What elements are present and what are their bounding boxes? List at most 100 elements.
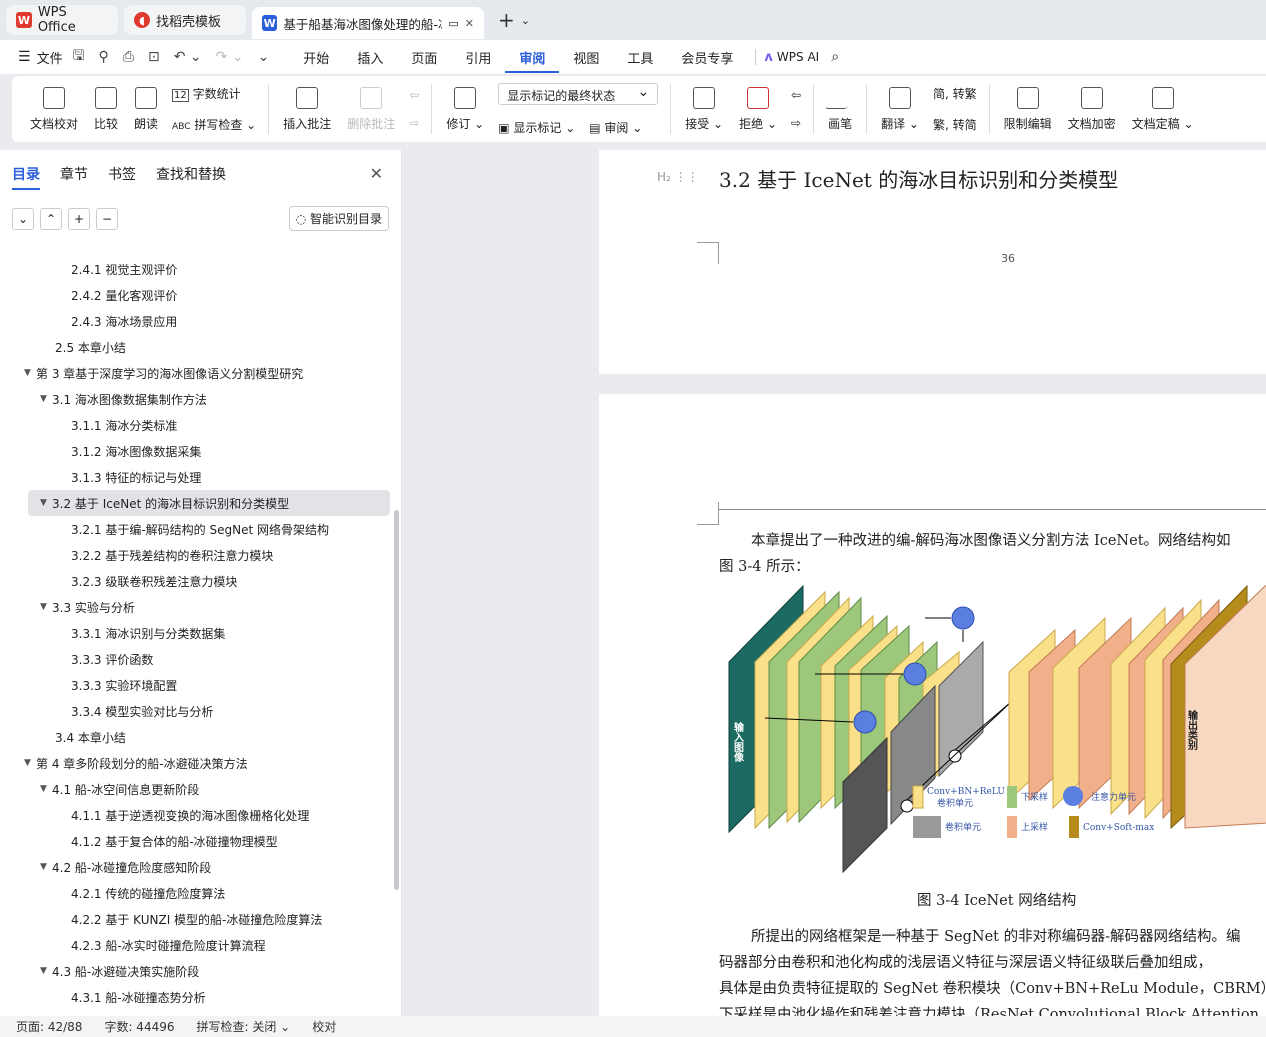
toc-item[interactable]: 4.2.2 基于 KUNZI 模型的船-冰碰撞危险度算法 — [0, 906, 392, 932]
tab-wps-office[interactable]: W WPS Office — [6, 5, 118, 35]
accept-button[interactable]: 接受 ⌄ — [677, 79, 731, 139]
to-simplified-button[interactable]: 繁, 转简 — [933, 116, 977, 133]
menu-page[interactable]: 页面 — [397, 48, 451, 67]
scrollbar[interactable] — [394, 510, 399, 890]
redo-icon[interactable]: ↷ ⌄ — [216, 49, 244, 65]
reject-button[interactable]: 拒绝 ⌄ — [731, 79, 785, 139]
tab-find-replace[interactable]: 查找和替换 — [156, 164, 226, 190]
menu-review[interactable]: 审阅 — [505, 48, 560, 73]
caret-down-icon[interactable]: ▼ — [24, 758, 36, 768]
next-comment-icon[interactable]: ⇨ — [409, 116, 419, 130]
new-tab-icon[interactable]: + — [498, 8, 515, 32]
toc-item[interactable]: 4.2.1 传统的碰撞危险度算法 — [0, 880, 392, 906]
wps-ai-button[interactable]: WPS AI — [777, 50, 819, 64]
chevron-up-icon[interactable]: ⌃ — [40, 207, 62, 230]
caret-down-icon[interactable]: ▼ — [40, 966, 52, 976]
caret-down-icon[interactable]: ▼ — [40, 862, 52, 872]
toc-item[interactable]: ▼ 第 4 章多阶段划分的船-冰避碰决策方法 — [0, 750, 392, 776]
caret-down-icon[interactable]: ▼ — [40, 394, 52, 404]
toc-item[interactable]: 3.3.1 海冰识别与分类数据集 — [0, 620, 392, 646]
tab-toc[interactable]: 目录 — [12, 164, 40, 190]
caret-down-icon[interactable]: ▼ — [40, 498, 52, 508]
toc-item[interactable]: 2.4.2 量化客观评价 — [0, 282, 392, 308]
menu-view[interactable]: 视图 — [559, 48, 613, 67]
proofread-button[interactable]: 文档校对 — [12, 79, 86, 139]
search-icon[interactable]: ⌕ — [831, 49, 839, 65]
caret-down-icon[interactable]: ▼ — [40, 784, 52, 794]
finalize-button[interactable]: 文档定稿 ⌄ — [1124, 79, 1202, 139]
toc-item[interactable]: ▼ 4.2 船-冰碰撞危险度感知阶段 — [0, 854, 392, 880]
toc-item[interactable]: 3.3.3 实验环境配置 — [0, 672, 392, 698]
save-icon[interactable]: 🖫 — [73, 45, 85, 69]
restrict-edit-button[interactable]: 限制编辑 — [996, 79, 1060, 139]
toc-item[interactable]: 3.2.2 基于残差结构的卷积注意力模块 — [0, 542, 392, 568]
minus-icon[interactable]: − — [96, 207, 118, 230]
toc-item[interactable]: ▼ 4.1 船-冰空间信息更新阶段 — [0, 776, 392, 802]
toc-item[interactable]: 4.1.1 基于逆透视变换的海冰图像栅格化处理 — [0, 802, 392, 828]
toc-item[interactable]: 2.5 本章小结 — [0, 334, 392, 360]
menu-home[interactable]: 开始 — [289, 48, 343, 67]
delete-comment-button[interactable]: 删除批注 — [339, 79, 403, 139]
heading-level-icon[interactable]: H₂ ⋮⋮ — [657, 170, 699, 184]
toc-item[interactable]: 4.2.3 船-冰实时碰撞危险度计算流程 — [0, 932, 392, 958]
prev-comment-icon[interactable]: ⇦ — [409, 88, 419, 102]
menu-member[interactable]: 会员专享 — [667, 48, 747, 67]
close-icon[interactable]: ✕ — [465, 17, 474, 30]
to-traditional-button[interactable]: 简, 转繁 — [933, 85, 977, 102]
spellcheck-button[interactable]: ABC 拼写检查 ⌄ — [172, 116, 256, 133]
toc-item[interactable]: 4.1.2 基于复合体的船-冰碰撞物理模型 — [0, 828, 392, 854]
proof-status[interactable]: 校对 — [312, 1018, 336, 1035]
toc-item[interactable]: ▼ 3.2 基于 IceNet 的海冰目标识别和分类模型 — [28, 490, 390, 516]
toc-item[interactable]: 3.1.1 海冰分类标准 — [0, 412, 392, 438]
hamburger-icon[interactable]: ☰ — [18, 49, 31, 65]
show-markup-button[interactable]: ▣ 显示标记 ⌄ — [498, 119, 575, 136]
toc-item[interactable]: 3.3.3 评价函数 — [0, 646, 392, 672]
tab-template[interactable]: ◖ 找稻壳模板 — [124, 5, 246, 35]
close-icon[interactable]: ✕ — [370, 164, 383, 183]
print-icon[interactable]: ⎙ — [123, 49, 134, 65]
menu-reference[interactable]: 引用 — [451, 48, 505, 67]
toc-item[interactable]: 2.4.1 视觉主观评价 — [0, 256, 392, 282]
toc-item[interactable]: 3.3.4 模型实验对比与分析 — [0, 698, 392, 724]
icenet-architecture-figure[interactable]: 输入图像 输出类别 Conv+BN+ReLU 卷积单元 下采样 注意力单元 卷积… — [725, 582, 1266, 882]
review-pane-button[interactable]: ▤ 审阅 ⌄ — [589, 119, 642, 136]
paragraph[interactable]: 所提出的网络框架是一种基于 SegNet 的非对称编码器-解码器网络结构。编 码… — [719, 924, 1266, 1016]
prev-change-icon[interactable]: ⇦ — [791, 88, 801, 102]
toc-item[interactable]: ▼ 3.1 海冰图像数据集制作方法 — [0, 386, 392, 412]
smart-toc-button[interactable]: ◌ 智能识别目录 — [288, 206, 389, 231]
caret-down-icon[interactable]: ▼ — [24, 368, 36, 378]
caret-down-icon[interactable]: ▼ — [40, 602, 52, 612]
plus-icon[interactable]: + — [68, 207, 90, 230]
next-change-icon[interactable]: ⇨ — [791, 116, 801, 130]
toc-item[interactable]: 3.2.3 级联卷积残差注意力模块 — [0, 568, 392, 594]
toc-item[interactable]: ▼ 4.3 船-冰避碰决策实施阶段 — [0, 958, 392, 984]
toc-item[interactable]: 4.3.1 船-冰碰撞态势分析 — [0, 984, 392, 1010]
toc-item[interactable]: 2.4.3 海冰场景应用 — [0, 308, 392, 334]
wordcount-button[interactable]: 12 字数统计 — [172, 85, 256, 102]
word-count[interactable]: 字数: 44496 — [104, 1018, 174, 1035]
spell-status[interactable]: 拼写检查: 关闭 ⌄ — [197, 1018, 291, 1035]
compare-button[interactable]: 比较 — [86, 79, 126, 139]
tab-bookmarks[interactable]: 书签 — [108, 164, 136, 190]
translate-button[interactable]: 翻译 ⌄ — [873, 79, 927, 139]
toc-item[interactable]: ▼ 3.3 实验与分析 — [0, 594, 392, 620]
menu-insert[interactable]: 插入 — [343, 48, 397, 67]
tab-sections[interactable]: 章节 — [60, 164, 88, 190]
markup-state-select[interactable]: 显示标记的最终状态 — [498, 82, 659, 105]
share-icon[interactable]: ⚲ — [99, 49, 109, 65]
encrypt-button[interactable]: 文档加密 — [1060, 79, 1124, 139]
toc-item[interactable]: ▼ 第 3 章基于深度学习的海冰图像语义分割模型研究 — [0, 360, 392, 386]
toc-item[interactable]: 3.4 本章小结 — [0, 724, 392, 750]
toc-item[interactable]: 3.1.3 特征的标记与处理 — [0, 464, 392, 490]
section-heading[interactable]: 3.2 基于 IceNet 的海冰目标识别和分类模型 — [719, 164, 1118, 193]
toc-item[interactable]: 3.2.1 基于编-解码结构的 SegNet 网络骨架结构 — [0, 516, 392, 542]
toc-item[interactable]: 3.1.2 海冰图像数据采集 — [0, 438, 392, 464]
page-indicator[interactable]: 页面: 42/88 — [16, 1018, 82, 1035]
more-icon[interactable]: ⌄ — [258, 49, 270, 65]
undo-icon[interactable]: ↶ ⌄ — [174, 49, 202, 65]
chevron-down-icon[interactable]: ⌄ — [12, 207, 34, 230]
preview-icon[interactable]: ⊡ — [148, 49, 160, 65]
paragraph[interactable]: 本章提出了一种改进的编-解码海冰图像语义分割方法 IceNet。网络结构如 图 … — [719, 528, 1266, 580]
revise-button[interactable]: 修订 ⌄ — [438, 79, 492, 139]
menu-tools[interactable]: 工具 — [613, 48, 667, 67]
